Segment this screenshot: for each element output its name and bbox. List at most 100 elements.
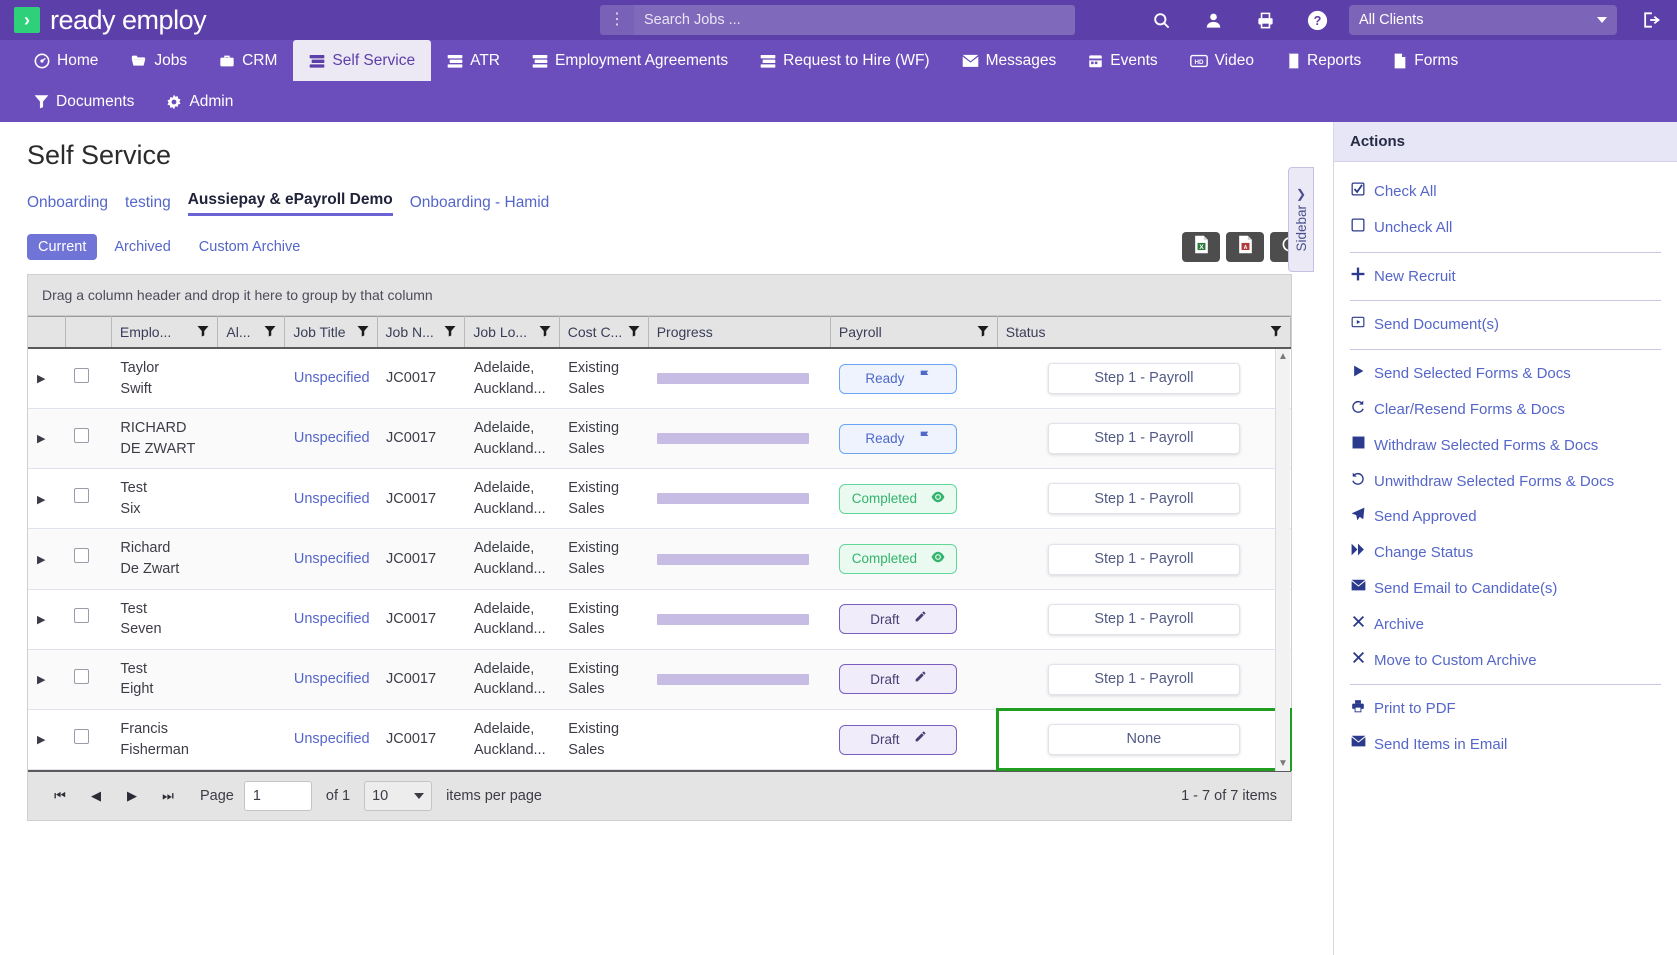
cell-job-title[interactable]: Unspecified xyxy=(284,589,378,650)
table-row[interactable]: ▶ RICHARD DE ZWART Unspecified JC0017 Adelaid… xyxy=(28,408,1291,470)
row-checkbox-cell[interactable] xyxy=(65,589,112,650)
kebab-menu-icon[interactable]: ⋮ xyxy=(600,5,634,35)
row-checkbox[interactable] xyxy=(74,427,90,443)
row-checkbox[interactable] xyxy=(74,728,90,744)
status-button[interactable]: Step 1 - Payroll xyxy=(1047,663,1240,695)
cell-job-title[interactable]: Unspecified xyxy=(284,709,378,771)
filter-icon[interactable] xyxy=(197,324,209,340)
search-icon[interactable] xyxy=(1135,0,1187,40)
group-by-dropzone[interactable]: Drag a column header and drop it here to… xyxy=(28,275,1291,316)
nav-item-request-to-hire[interactable]: Request to Hire (WF) xyxy=(744,40,945,81)
col-status[interactable]: Status xyxy=(997,316,1292,349)
table-row[interactable]: ▶ Test Six Unspecified JC0017 Adelaide, Auckla… xyxy=(28,468,1291,530)
table-row[interactable]: ▶ Test Seven Unspecified JC0017 Adelaide, Auck… xyxy=(28,589,1291,650)
nav-item-admin[interactable]: Admin xyxy=(150,81,249,122)
payroll-badge[interactable]: Ready xyxy=(839,363,958,394)
cell-job-title[interactable]: Unspecified xyxy=(284,468,378,530)
status-button[interactable]: Step 1 - Payroll xyxy=(1047,543,1240,575)
first-page-button[interactable]: ⏮ xyxy=(42,788,78,804)
export-pdf-button[interactable]: A xyxy=(1226,232,1264,262)
print-icon[interactable] xyxy=(1239,0,1291,40)
col-job-location[interactable]: Job Lo... xyxy=(464,316,560,349)
row-expander[interactable]: ▶ xyxy=(28,468,66,530)
row-expander[interactable]: ▶ xyxy=(28,348,66,410)
col-employee[interactable]: Emplo... xyxy=(111,316,219,349)
payroll-badge[interactable]: Draft xyxy=(839,724,958,755)
page-size-select[interactable]: 10 xyxy=(364,781,433,812)
row-checkbox[interactable] xyxy=(74,488,90,504)
action-item-print-to-pdf[interactable]: Print to PDF xyxy=(1350,691,1661,727)
row-checkbox-cell[interactable] xyxy=(65,528,112,590)
action-item-clear-resend-forms-docs[interactable]: Clear/Resend Forms & Docs xyxy=(1350,392,1661,428)
scroll-up-icon[interactable]: ▲ xyxy=(1278,351,1288,362)
scroll-down-icon[interactable]: ▼ xyxy=(1278,758,1288,769)
nav-item-home[interactable]: Home xyxy=(18,40,114,81)
filter-icon[interactable] xyxy=(539,324,551,340)
cell-job-title[interactable]: Unspecified xyxy=(284,348,378,410)
action-item-new-recruit[interactable]: New Recruit xyxy=(1350,259,1661,295)
cell-job-title[interactable]: Unspecified xyxy=(284,528,378,590)
action-item-send-email-to-candidate-s[interactable]: Send Email to Candidate(s) xyxy=(1350,571,1661,607)
viewtab-custom-archive[interactable]: Custom Archive xyxy=(188,234,312,260)
grid-vertical-scrollbar[interactable]: ▲ ▼ xyxy=(1275,349,1290,772)
nav-item-reports[interactable]: Reports xyxy=(1270,40,1377,81)
col-cost-centre[interactable]: Cost C... xyxy=(559,316,649,349)
filter-icon[interactable] xyxy=(357,324,369,340)
row-checkbox[interactable] xyxy=(74,548,90,564)
action-item-unwithdraw-selected-forms-docs[interactable]: Unwithdraw Selected Forms & Docs xyxy=(1350,464,1661,500)
row-expander[interactable]: ▶ xyxy=(28,408,66,470)
table-row[interactable]: ▶ Richard De Zwart Unspecified JC0017 Adelaid… xyxy=(28,528,1291,590)
action-item-change-status[interactable]: Change Status xyxy=(1350,535,1661,571)
payroll-badge[interactable]: Draft xyxy=(839,664,958,695)
action-item-check-all[interactable]: Check All xyxy=(1350,174,1661,210)
status-button[interactable]: Step 1 - Payroll xyxy=(1047,603,1240,635)
subtab-testing[interactable]: testing xyxy=(125,194,171,216)
row-expander[interactable]: ▶ xyxy=(28,649,66,710)
row-expander[interactable]: ▶ xyxy=(28,709,66,771)
viewtab-current[interactable]: Current xyxy=(27,234,98,260)
row-expander[interactable]: ▶ xyxy=(28,589,66,650)
row-checkbox[interactable] xyxy=(74,367,90,383)
global-search[interactable]: ⋮ xyxy=(600,5,1075,35)
payroll-badge[interactable]: Ready xyxy=(839,423,958,454)
subtab-onboarding[interactable]: Onboarding xyxy=(27,194,108,216)
nav-item-messages[interactable]: Messages xyxy=(946,40,1073,81)
nav-item-self-service[interactable]: Self Service xyxy=(293,40,432,81)
filter-icon[interactable] xyxy=(264,324,276,340)
logout-icon[interactable] xyxy=(1625,0,1677,40)
last-page-button[interactable]: ⏭ xyxy=(150,788,186,804)
action-item-withdraw-selected-forms-docs[interactable]: Withdraw Selected Forms & Docs xyxy=(1350,428,1661,464)
col-alias[interactable]: Al... xyxy=(217,316,286,349)
nav-item-atr[interactable]: ATR xyxy=(431,40,516,81)
brand-logo[interactable]: › ready employ xyxy=(0,5,207,36)
nav-item-forms[interactable]: Forms xyxy=(1377,40,1474,81)
filter-icon[interactable] xyxy=(628,324,640,340)
cell-job-title[interactable]: Unspecified xyxy=(284,408,378,470)
nav-item-events[interactable]: Events xyxy=(1072,40,1173,81)
subtab-aussiepay-epayroll-demo[interactable]: Aussiepay & ePayroll Demo xyxy=(187,191,393,216)
row-checkbox-cell[interactable] xyxy=(65,348,112,410)
row-checkbox-cell[interactable] xyxy=(65,408,112,470)
cell-job-title[interactable]: Unspecified xyxy=(284,649,378,710)
filter-icon[interactable] xyxy=(977,324,989,340)
action-item-send-selected-forms-docs[interactable]: Send Selected Forms & Docs xyxy=(1350,356,1661,392)
page-number-input[interactable] xyxy=(243,781,312,812)
nav-item-documents[interactable]: Documents xyxy=(18,81,150,122)
action-item-send-document-s[interactable]: Send Document(s) xyxy=(1350,307,1661,343)
export-excel-button[interactable]: X xyxy=(1182,232,1220,262)
table-row[interactable]: ▶ Taylor Swift Unspecified JC0017 Adelaide, Au… xyxy=(28,348,1291,410)
row-checkbox-cell[interactable] xyxy=(65,649,112,710)
search-input[interactable] xyxy=(634,5,1075,35)
row-checkbox[interactable] xyxy=(74,608,90,624)
sidebar-toggle[interactable]: ❯ Sidebar xyxy=(1288,167,1314,272)
row-expander[interactable]: ▶ xyxy=(28,528,66,590)
row-checkbox-cell[interactable] xyxy=(65,709,112,771)
status-button[interactable]: None xyxy=(1047,724,1240,756)
action-item-send-approved[interactable]: Send Approved xyxy=(1350,499,1661,535)
status-button[interactable]: Step 1 - Payroll xyxy=(1047,423,1240,455)
filter-icon[interactable] xyxy=(444,324,456,340)
action-item-archive[interactable]: Archive xyxy=(1350,607,1661,643)
nav-item-jobs[interactable]: Jobs xyxy=(114,40,203,81)
action-item-move-to-custom-archive[interactable]: Move to Custom Archive xyxy=(1350,643,1661,679)
nav-item-video[interactable]: HD Video xyxy=(1174,40,1270,81)
